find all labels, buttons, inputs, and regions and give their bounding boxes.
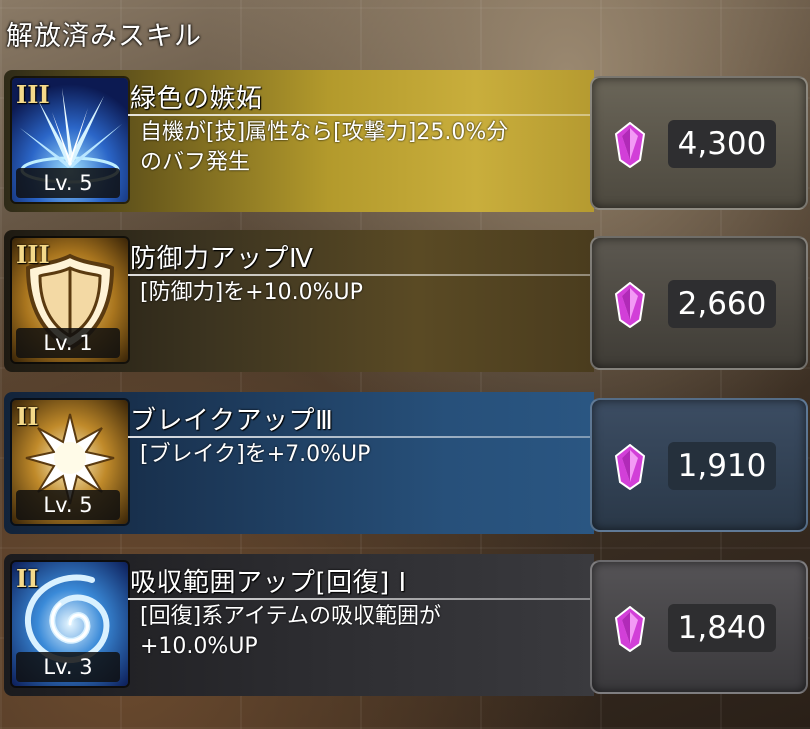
skill-description: [回復]系アイテムの吸収範囲が +10.0%UP xyxy=(140,604,441,659)
skill-rank: III xyxy=(16,240,50,269)
skill-card[interactable]: II Lv. 5 ブレイクアップⅢ [ブレイク]を+7.0%UP 1,910 xyxy=(4,392,808,534)
skill-name: 緑色の嫉妬 xyxy=(130,84,263,114)
skill-card[interactable]: III Lv. 1 防御力アップⅣ [防御力]を+10.0%UP 2,660 xyxy=(4,230,808,372)
skill-name: 吸収範囲アップ[回復] Ⅰ xyxy=(130,568,407,598)
skill-level: Lv. 1 xyxy=(16,328,120,358)
gem-icon xyxy=(614,122,646,168)
skill-icon-frame: III Lv. 1 xyxy=(10,236,130,364)
divider xyxy=(128,274,590,276)
skill-description: [ブレイク]を+7.0%UP xyxy=(140,442,371,467)
gem-icon xyxy=(614,444,646,490)
price-value: 1,840 xyxy=(668,604,776,652)
price-button[interactable]: 2,660 xyxy=(590,236,808,370)
gem-icon xyxy=(614,606,646,652)
skill-name: 防御力アップⅣ xyxy=(130,244,314,274)
price-value: 2,660 xyxy=(668,280,776,328)
skill-level: Lv. 3 xyxy=(16,652,120,682)
skill-rank: II xyxy=(16,564,39,593)
skill-icon-frame: III Lv. 5 xyxy=(10,76,130,204)
skill-description: 自機が[技]属性なら[攻撃力]25.0%分 のバフ発生 xyxy=(140,120,509,175)
price-button[interactable]: 4,300 xyxy=(590,76,808,210)
price-button[interactable]: 1,910 xyxy=(590,398,808,532)
skill-icon-frame: II Lv. 5 xyxy=(10,398,130,526)
skill-icon-frame: II Lv. 3 xyxy=(10,560,130,688)
skill-card[interactable]: III Lv. 5 緑色の嫉妬 自機が[技]属性なら[攻撃力]25.0%分 のバ… xyxy=(4,70,808,212)
skill-description: [防御力]を+10.0%UP xyxy=(140,280,363,305)
divider xyxy=(128,436,590,438)
skill-rank: III xyxy=(16,80,50,109)
skill-name: ブレイクアップⅢ xyxy=(130,406,334,436)
skill-level: Lv. 5 xyxy=(16,490,120,520)
price-button[interactable]: 1,840 xyxy=(590,560,808,694)
price-value: 4,300 xyxy=(668,120,776,168)
gem-icon xyxy=(614,282,646,328)
price-value: 1,910 xyxy=(668,442,776,490)
skill-rank: II xyxy=(16,402,39,431)
skill-level: Lv. 5 xyxy=(16,168,120,198)
divider xyxy=(128,114,590,116)
skill-list: III Lv. 5 緑色の嫉妬 自機が[技]属性なら[攻撃力]25.0%分 のバ… xyxy=(0,0,810,729)
divider xyxy=(128,598,590,600)
skill-card[interactable]: II Lv. 3 吸収範囲アップ[回復] Ⅰ [回復]系アイテムの吸収範囲が +… xyxy=(4,554,808,696)
